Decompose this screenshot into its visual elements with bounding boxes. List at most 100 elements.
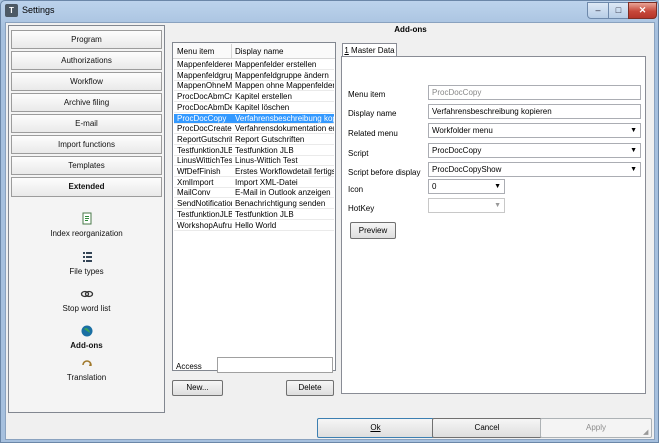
row-menu-item: Mappenfeldererst	[177, 60, 232, 69]
row-menu-item: MailConv	[177, 188, 211, 198]
sidebar-sub-index-reorganization[interactable]: Index reorganization	[9, 212, 164, 238]
sidebar-sub-translation[interactable]: Translation	[9, 356, 164, 382]
sidebar-item-program[interactable]: Program	[11, 30, 162, 49]
row-menu-item: SendNotification	[177, 199, 232, 209]
settings-window: T Settings – □ ✕ Program Authorizations …	[0, 0, 659, 443]
row-display-name: Mappenfelder erstellen	[235, 60, 317, 69]
minimize-button[interactable]: –	[587, 2, 609, 19]
sub-item-label: Stop word list	[62, 304, 111, 313]
cancel-button[interactable]: Cancel	[432, 418, 542, 438]
sidebar-item-authorizations[interactable]: Authorizations	[11, 51, 162, 70]
globe-icon	[81, 325, 92, 337]
list-row[interactable]: WorkshopAufruf Hello World	[174, 221, 334, 231]
close-button[interactable]: ✕	[628, 2, 657, 19]
apply-button[interactable]: Apply	[540, 418, 652, 438]
list-row[interactable]: LinusWittichTest Linus-Wittich Test	[174, 156, 334, 167]
chevron-down-icon[interactable]: ▼	[494, 199, 501, 212]
sidebar-sub-stop-word-list[interactable]: Stop word list	[9, 287, 164, 313]
addon-list[interactable]: Menu item Display name MappenfeldererstM…	[172, 42, 336, 371]
menu-item-field: ProcDocCopy	[428, 85, 641, 100]
script-label: Script	[348, 149, 369, 158]
app-icon: T	[5, 4, 18, 17]
sidebar-item-archive-filing[interactable]: Archive filing	[11, 93, 162, 112]
script-before-display-value: ProcDocCopyShow	[432, 165, 502, 174]
column-separator[interactable]	[231, 44, 232, 58]
list-row[interactable]: TestfunktionJLB Testfunktion JLB	[174, 210, 334, 220]
access-input[interactable]	[217, 357, 333, 373]
chevron-down-icon[interactable]: ▼	[494, 180, 501, 193]
row-menu-item: XmlImport	[177, 177, 214, 187]
column-header-menu-item[interactable]: Menu item	[177, 47, 214, 56]
row-display-name: Mappen ohne Mappenfelder	[235, 81, 334, 91]
list-row[interactable]: ProcDocCopy Verfahrensbeschreibung kopier…	[174, 113, 334, 124]
row-display-name: Erstes Workflowdetail fertigstellen	[235, 167, 334, 176]
title-bar[interactable]: T Settings – □ ✕	[1, 1, 658, 21]
related-menu-select[interactable]: Workfolder menu ▼	[428, 123, 641, 138]
sidebar-item-templates[interactable]: Templates	[11, 156, 162, 175]
row-menu-item: WorkshopAufruf	[177, 220, 232, 230]
list-row[interactable]: ReportGutschrift Report Gutschriften	[174, 135, 334, 145]
row-display-name: Hello World	[235, 220, 277, 230]
tab-master-data[interactable]: 1 Master Data	[342, 43, 397, 57]
list-row[interactable]: TestfunktionJLBAbTestfunktion JLB	[174, 146, 334, 156]
new-button[interactable]: New...	[172, 380, 223, 396]
chevron-down-icon[interactable]: ▼	[630, 124, 637, 137]
row-menu-item: MappenOhneMap	[177, 81, 232, 91]
delete-button[interactable]: Delete	[286, 380, 334, 396]
row-display-name: Kapitel löschen	[235, 102, 290, 112]
column-header-display-name[interactable]: Display name	[235, 47, 283, 56]
ok-button-label: Ok	[370, 423, 381, 432]
list-row[interactable]: WfDefFinish Erstes Workflowdetail fertigs…	[174, 167, 334, 177]
icon-select[interactable]: 0 ▼	[428, 179, 505, 194]
sub-item-label: File types	[69, 267, 104, 276]
sidebar-item-import-functions[interactable]: Import functions	[11, 135, 162, 154]
row-display-name: Testfunktion JLB	[235, 209, 294, 219]
sub-item-label: Translation	[66, 373, 107, 382]
client-area: Program Authorizations Workflow Archive …	[5, 22, 655, 440]
row-menu-item: ProcDocAbmDele	[177, 102, 232, 112]
list-row[interactable]: MappenOhneMapMappen ohne Mappenfelder	[174, 81, 334, 92]
hotkey-label: HotKey	[348, 204, 375, 213]
row-menu-item: Mappenfeldgrupp	[177, 70, 232, 80]
sidebar-item-extended[interactable]: Extended	[11, 177, 162, 197]
list-row[interactable]: ProcDocAbmDeleKapitel löschen	[174, 103, 334, 113]
sidebar-sub-add-ons[interactable]: Add-ons	[9, 324, 164, 350]
list-row[interactable]: SendNotification Benachrichtigung senden	[174, 199, 334, 210]
tab-label: Master Data	[348, 46, 395, 55]
row-display-name: Benachrichtigung senden	[235, 199, 326, 209]
list-row[interactable]: XmlImport Import XML-Datei	[174, 178, 334, 188]
script-select[interactable]: ProcDocCopy ▼	[428, 143, 641, 158]
row-menu-item: ReportGutschrift	[177, 134, 232, 144]
row-menu-item: TestfunktionJLB	[177, 209, 232, 219]
chevron-down-icon[interactable]: ▼	[630, 163, 637, 176]
list-row[interactable]: MappenfeldererstMappenfelder erstellen	[174, 60, 334, 70]
row-menu-item: ProcDocCopy	[177, 113, 227, 123]
script-before-display-label: Script before display	[348, 168, 421, 177]
master-data-panel: Menu item ProcDocCopy Display name Verfa…	[341, 56, 646, 394]
row-menu-item: TestfunktionJLBAb	[177, 145, 232, 155]
list-row[interactable]: ProcDocCreateDoVerfahrensdokumentation e…	[174, 124, 334, 135]
row-menu-item: ProcDocAbmCrea	[177, 92, 232, 102]
list-row[interactable]: MappenfeldgruppMappenfeldgruppe ändern	[174, 71, 334, 81]
row-display-name: Testfunktion JLB	[235, 145, 294, 155]
preview-button[interactable]: Preview	[350, 222, 396, 239]
sidebar-sub-file-types[interactable]: File types	[9, 250, 164, 276]
ok-button[interactable]: Ok	[317, 418, 434, 438]
row-display-name: Mappenfeldgruppe ändern	[235, 70, 329, 80]
display-name-field[interactable]: Verfahrensbeschreibung kopieren	[428, 104, 641, 119]
translation-icon	[81, 360, 92, 366]
menu-item-label: Menu item	[348, 90, 386, 99]
list-icon	[82, 252, 92, 262]
hotkey-select[interactable]: ▼	[428, 198, 505, 213]
sub-item-label: Index reorganization	[50, 229, 123, 238]
script-before-display-select[interactable]: ProcDocCopyShow ▼	[428, 162, 641, 177]
row-display-name: Kapitel erstellen	[235, 92, 292, 102]
sidebar-item-email[interactable]: E-mail	[11, 114, 162, 133]
chevron-down-icon[interactable]: ▼	[630, 144, 637, 157]
list-row[interactable]: ProcDocAbmCreaKapitel erstellen	[174, 92, 334, 103]
row-menu-item: ProcDocCreateDo	[177, 124, 232, 134]
sidebar-item-workflow[interactable]: Workflow	[11, 72, 162, 91]
maximize-button[interactable]: □	[608, 2, 629, 19]
resize-grip-icon[interactable]: ◢	[643, 428, 653, 438]
list-row[interactable]: MailConv E-Mail in Outlook anzeigen	[174, 188, 334, 199]
